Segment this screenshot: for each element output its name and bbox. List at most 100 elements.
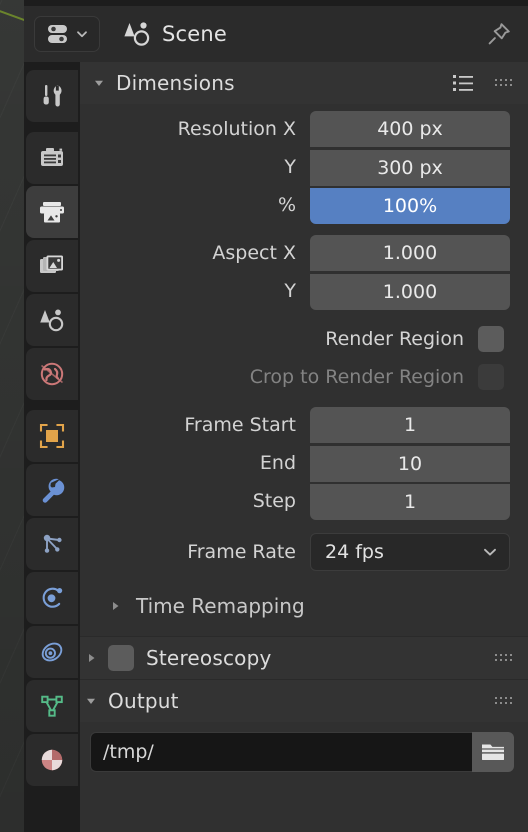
field-label: %: [277, 194, 296, 216]
resolution-percentage-slider[interactable]: 100%: [310, 187, 510, 224]
images-icon: [40, 255, 63, 273]
output-path-input[interactable]: /tmp/: [90, 732, 472, 772]
field-row-frame-rate: Frame Rate 24 fps: [80, 530, 510, 574]
panel-header-stereoscopy[interactable]: Stereoscopy: [80, 637, 528, 679]
sidebar-item-object[interactable]: [26, 410, 78, 462]
properties-panel-column: Dimensions Resolution X 400 px Y 300 px …: [80, 62, 528, 832]
aspect-x-input[interactable]: 1.000: [310, 235, 510, 271]
sidebar-item-particles[interactable]: [26, 518, 78, 570]
field-label: End: [259, 452, 296, 474]
scene-icon: [124, 22, 150, 46]
physics-orbit-icon: [42, 587, 63, 608]
field-label: Render Region: [325, 328, 464, 350]
frame-rate-value: 24 fps: [325, 541, 384, 563]
field-label: Resolution X: [177, 118, 296, 140]
grip-dots-icon[interactable]: [494, 651, 514, 665]
screwdriver-wrench-icon: [43, 85, 62, 107]
pin-id-button[interactable]: [482, 17, 516, 51]
panel-title: Stereoscopy: [146, 646, 272, 670]
blender-properties-editor: Scene Dimensions Resolution X 400 px Y 3…: [0, 0, 528, 832]
browse-output-path-button[interactable]: [472, 732, 514, 772]
properties-editor-icon: [47, 25, 67, 43]
panel-title: Dimensions: [116, 71, 235, 95]
field-row-frame-step: Step 1: [80, 482, 510, 520]
sidebar-item-scene[interactable]: [26, 294, 78, 346]
sidebar-item-data[interactable]: [26, 680, 78, 732]
sidebar-item-material[interactable]: [26, 734, 78, 786]
panel-header-output[interactable]: Output: [80, 680, 528, 722]
subpanel-time-remapping[interactable]: Time Remapping: [80, 584, 510, 628]
field-row-frame-end: End 10: [80, 444, 510, 482]
constraint-icon: [41, 642, 63, 662]
sidebar-item-world[interactable]: [26, 348, 78, 400]
triangle-right-icon: [113, 602, 119, 610]
field-label: Aspect X: [212, 242, 296, 264]
field-label: Frame Start: [184, 414, 296, 436]
sidebar-item-tool[interactable]: [26, 70, 78, 122]
sidebar-item-modifiers[interactable]: [26, 464, 78, 516]
field-label: Y: [284, 156, 296, 178]
field-row-frame-start: Frame Start 1: [80, 406, 510, 444]
object-square-icon: [39, 423, 65, 449]
field-row-aspect-x: Aspect X 1.000: [80, 234, 510, 272]
editor-type-selector[interactable]: [34, 16, 100, 52]
mesh-data-triangle-icon: [41, 695, 63, 717]
triangle-down-icon: [95, 80, 103, 86]
field-row-crop-to-render-region: Crop to Render Region: [80, 358, 510, 396]
chevron-down-icon: [76, 31, 87, 38]
world-globe-icon: [40, 362, 64, 386]
camera-back-icon: [41, 148, 63, 166]
wrench-icon: [42, 478, 65, 503]
viewport-sliver: [0, 0, 24, 832]
field-label: Y: [284, 280, 296, 302]
scene-datablock-name: Scene: [162, 22, 228, 46]
field-label: Step: [252, 490, 296, 512]
subpanel-title: Time Remapping: [136, 594, 305, 618]
stereoscopy-checkbox[interactable]: [108, 645, 134, 671]
crop-to-render-region-checkbox[interactable]: [478, 364, 504, 390]
printer-icon: [40, 202, 64, 223]
output-path-row: /tmp/: [80, 722, 528, 782]
sidebar-item-output[interactable]: [26, 186, 78, 238]
chevron-down-icon: [484, 548, 496, 556]
properties-editor: Scene Dimensions Resolution X 400 px Y 3…: [24, 0, 528, 832]
dimensions-panel-body: Resolution X 400 px Y 300 px % 100% Aspe…: [80, 104, 528, 636]
particles-icon: [43, 534, 62, 553]
properties-tab-strip: [24, 62, 80, 832]
field-row-resolution-percent: % 100%: [80, 186, 510, 224]
sidebar-item-physics[interactable]: [26, 572, 78, 624]
field-row-aspect-y: Y 1.000: [80, 272, 510, 310]
sidebar-item-view-layer[interactable]: [26, 240, 78, 292]
sidebar-item-constraints[interactable]: [26, 626, 78, 678]
material-sphere-icon: [41, 749, 63, 771]
sidebar-item-render[interactable]: [26, 132, 78, 184]
resolution-x-input[interactable]: 400 px: [310, 111, 510, 147]
grip-dots-icon[interactable]: [494, 76, 514, 90]
panel-header-dimensions[interactable]: Dimensions: [80, 62, 528, 104]
frame-step-input[interactable]: 1: [310, 483, 510, 520]
field-label: Frame Rate: [187, 541, 296, 563]
render-region-checkbox[interactable]: [478, 326, 504, 352]
frame-start-input[interactable]: 1: [310, 407, 510, 443]
field-label: Crop to Render Region: [249, 366, 464, 388]
frame-end-input[interactable]: 10: [310, 445, 510, 482]
frame-rate-dropdown[interactable]: 24 fps: [310, 533, 510, 571]
resolution-y-input[interactable]: 300 px: [310, 149, 510, 186]
scene-icon: [40, 309, 64, 332]
field-row-resolution-y: Y 300 px: [80, 148, 510, 186]
field-row-render-region: Render Region: [80, 320, 510, 358]
aspect-y-input[interactable]: 1.000: [310, 273, 510, 310]
presets-list-icon[interactable]: [452, 73, 476, 93]
viewport-shade: [0, 0, 24, 832]
field-row-resolution-x: Resolution X 400 px: [80, 110, 510, 148]
pin-icon: [488, 23, 510, 45]
panel-title: Output: [108, 689, 179, 713]
triangle-right-icon: [89, 654, 95, 662]
grip-dots-icon[interactable]: [494, 694, 514, 708]
triangle-down-icon: [87, 698, 95, 704]
